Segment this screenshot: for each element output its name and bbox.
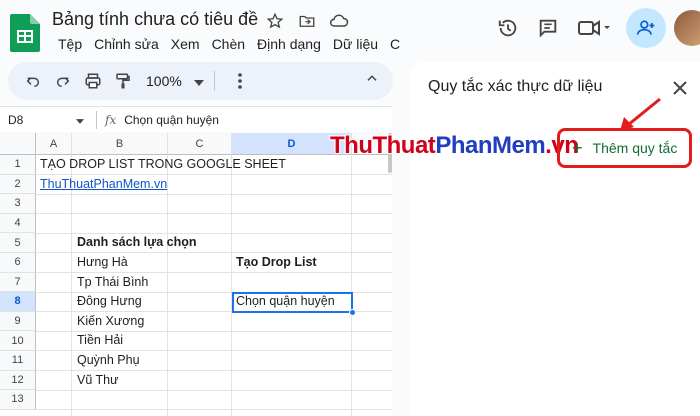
column-header-b[interactable]: B [72, 133, 168, 155]
menu-tools[interactable]: C [384, 36, 406, 52]
avatar[interactable] [674, 10, 700, 46]
cell-d6[interactable]: Tạo Drop List [236, 253, 317, 272]
version-history-icon[interactable] [488, 8, 528, 48]
row-header-6[interactable]: 6 [0, 253, 36, 273]
select-all-corner[interactable] [0, 133, 36, 155]
watermark-logo: ThuThuatPhanMem.vn [330, 132, 579, 160]
gridline [36, 389, 392, 391]
menu-edit[interactable]: Chỉnh sửa [88, 36, 165, 52]
close-icon[interactable] [670, 78, 690, 98]
row-header-9[interactable]: 9 [0, 311, 36, 332]
plus-icon: + [572, 138, 583, 158]
add-person-icon [636, 20, 655, 35]
row-header-10[interactable]: 10 [0, 331, 36, 351]
gridline [36, 213, 392, 215]
cell-b11[interactable]: Quỳnh Phụ [77, 351, 140, 370]
menu-insert[interactable]: Chèn [206, 36, 251, 52]
chevron-down-icon [76, 113, 84, 127]
cell-a2-link[interactable]: ThuThuatPhanMem.vn [40, 175, 167, 194]
undo-icon[interactable] [18, 66, 48, 96]
toolbar-divider [213, 71, 215, 91]
row-header-11[interactable]: 11 [0, 351, 36, 371]
cell-b5[interactable]: Danh sách lựa chọn [77, 233, 197, 252]
watermark-part-1: ThuThuat [330, 132, 436, 159]
gridline [36, 193, 392, 195]
menu-data[interactable]: Dữ liệu [327, 36, 384, 52]
formula-bar: D8 fx Chọn quận huyện [0, 106, 392, 132]
fill-handle[interactable] [349, 309, 356, 316]
row-header-8[interactable]: 8 [0, 292, 36, 312]
name-box[interactable]: D8 [0, 113, 88, 127]
spreadsheet-grid[interactable]: A B C D 1 2 3 4 5 6 7 8 9 10 11 12 13 TẠ… [0, 133, 392, 416]
more-options-icon[interactable] [225, 66, 255, 96]
chevron-down-icon [193, 73, 204, 89]
cell-b12[interactable]: Vũ Thư [77, 371, 119, 390]
share-button[interactable] [626, 8, 666, 48]
toolbar: 100% [8, 62, 393, 100]
cell-b10[interactable]: Tiền Hải [77, 331, 123, 350]
redo-icon[interactable] [48, 66, 78, 96]
menu-format[interactable]: Định dạng [251, 36, 327, 52]
meet-icon[interactable] [568, 8, 620, 48]
column-header-c[interactable]: C [168, 133, 232, 155]
row-header-3[interactable]: 3 [0, 194, 36, 214]
gridline [36, 409, 392, 411]
cell-b9[interactable]: Kiến Xương [77, 312, 144, 331]
formula-input[interactable]: Chọn quận huyện [124, 113, 219, 127]
add-rule-button[interactable]: + Thêm quy tắc [557, 128, 692, 168]
cell-b6[interactable]: Hưng Hà [77, 253, 128, 272]
print-icon[interactable] [78, 66, 108, 96]
document-title[interactable]: Bảng tính chưa có tiêu đề [52, 9, 258, 30]
comments-icon[interactable] [528, 8, 568, 48]
row-header-2[interactable]: 2 [0, 174, 36, 195]
row-header-7[interactable]: 7 [0, 272, 36, 293]
row-header-12[interactable]: 12 [0, 370, 36, 391]
star-icon[interactable] [264, 10, 286, 32]
menu-bar: Tệp Chỉnh sửa Xem Chèn Định dạng Dữ liệu… [52, 36, 406, 52]
cell-a1[interactable]: TẠO DROP LIST TRONG GOOGLE SHEET [40, 155, 286, 174]
row-header-5[interactable]: 5 [0, 233, 36, 253]
cell-b7[interactable]: Tp Thái Bình [77, 273, 148, 292]
move-to-folder-icon[interactable] [296, 10, 318, 32]
fx-icon: fx [105, 112, 117, 127]
zoom-value: 100% [146, 73, 182, 89]
cell-reference: D8 [8, 112, 24, 127]
zoom-select[interactable]: 100% [146, 73, 204, 89]
cell-b8[interactable]: Đông Hưng [77, 292, 142, 311]
chevron-up-icon[interactable] [365, 71, 379, 90]
row-header-1[interactable]: 1 [0, 155, 36, 175]
row-header-4[interactable]: 4 [0, 213, 36, 234]
cloud-saved-icon[interactable] [328, 10, 350, 32]
row-header-13[interactable]: 13 [0, 390, 36, 410]
menu-view[interactable]: Xem [165, 36, 206, 52]
panel-title: Quy tắc xác thực dữ liệu [428, 78, 603, 95]
add-rule-label: Thêm quy tắc [592, 140, 678, 156]
watermark-part-2: PhanMem [435, 132, 546, 159]
column-header-a[interactable]: A [36, 133, 72, 155]
formula-divider [96, 110, 97, 129]
selected-cell-outline [232, 292, 353, 313]
paint-format-icon[interactable] [108, 66, 138, 96]
sheets-logo-icon[interactable] [10, 14, 40, 52]
menu-file[interactable]: Tệp [52, 36, 88, 52]
